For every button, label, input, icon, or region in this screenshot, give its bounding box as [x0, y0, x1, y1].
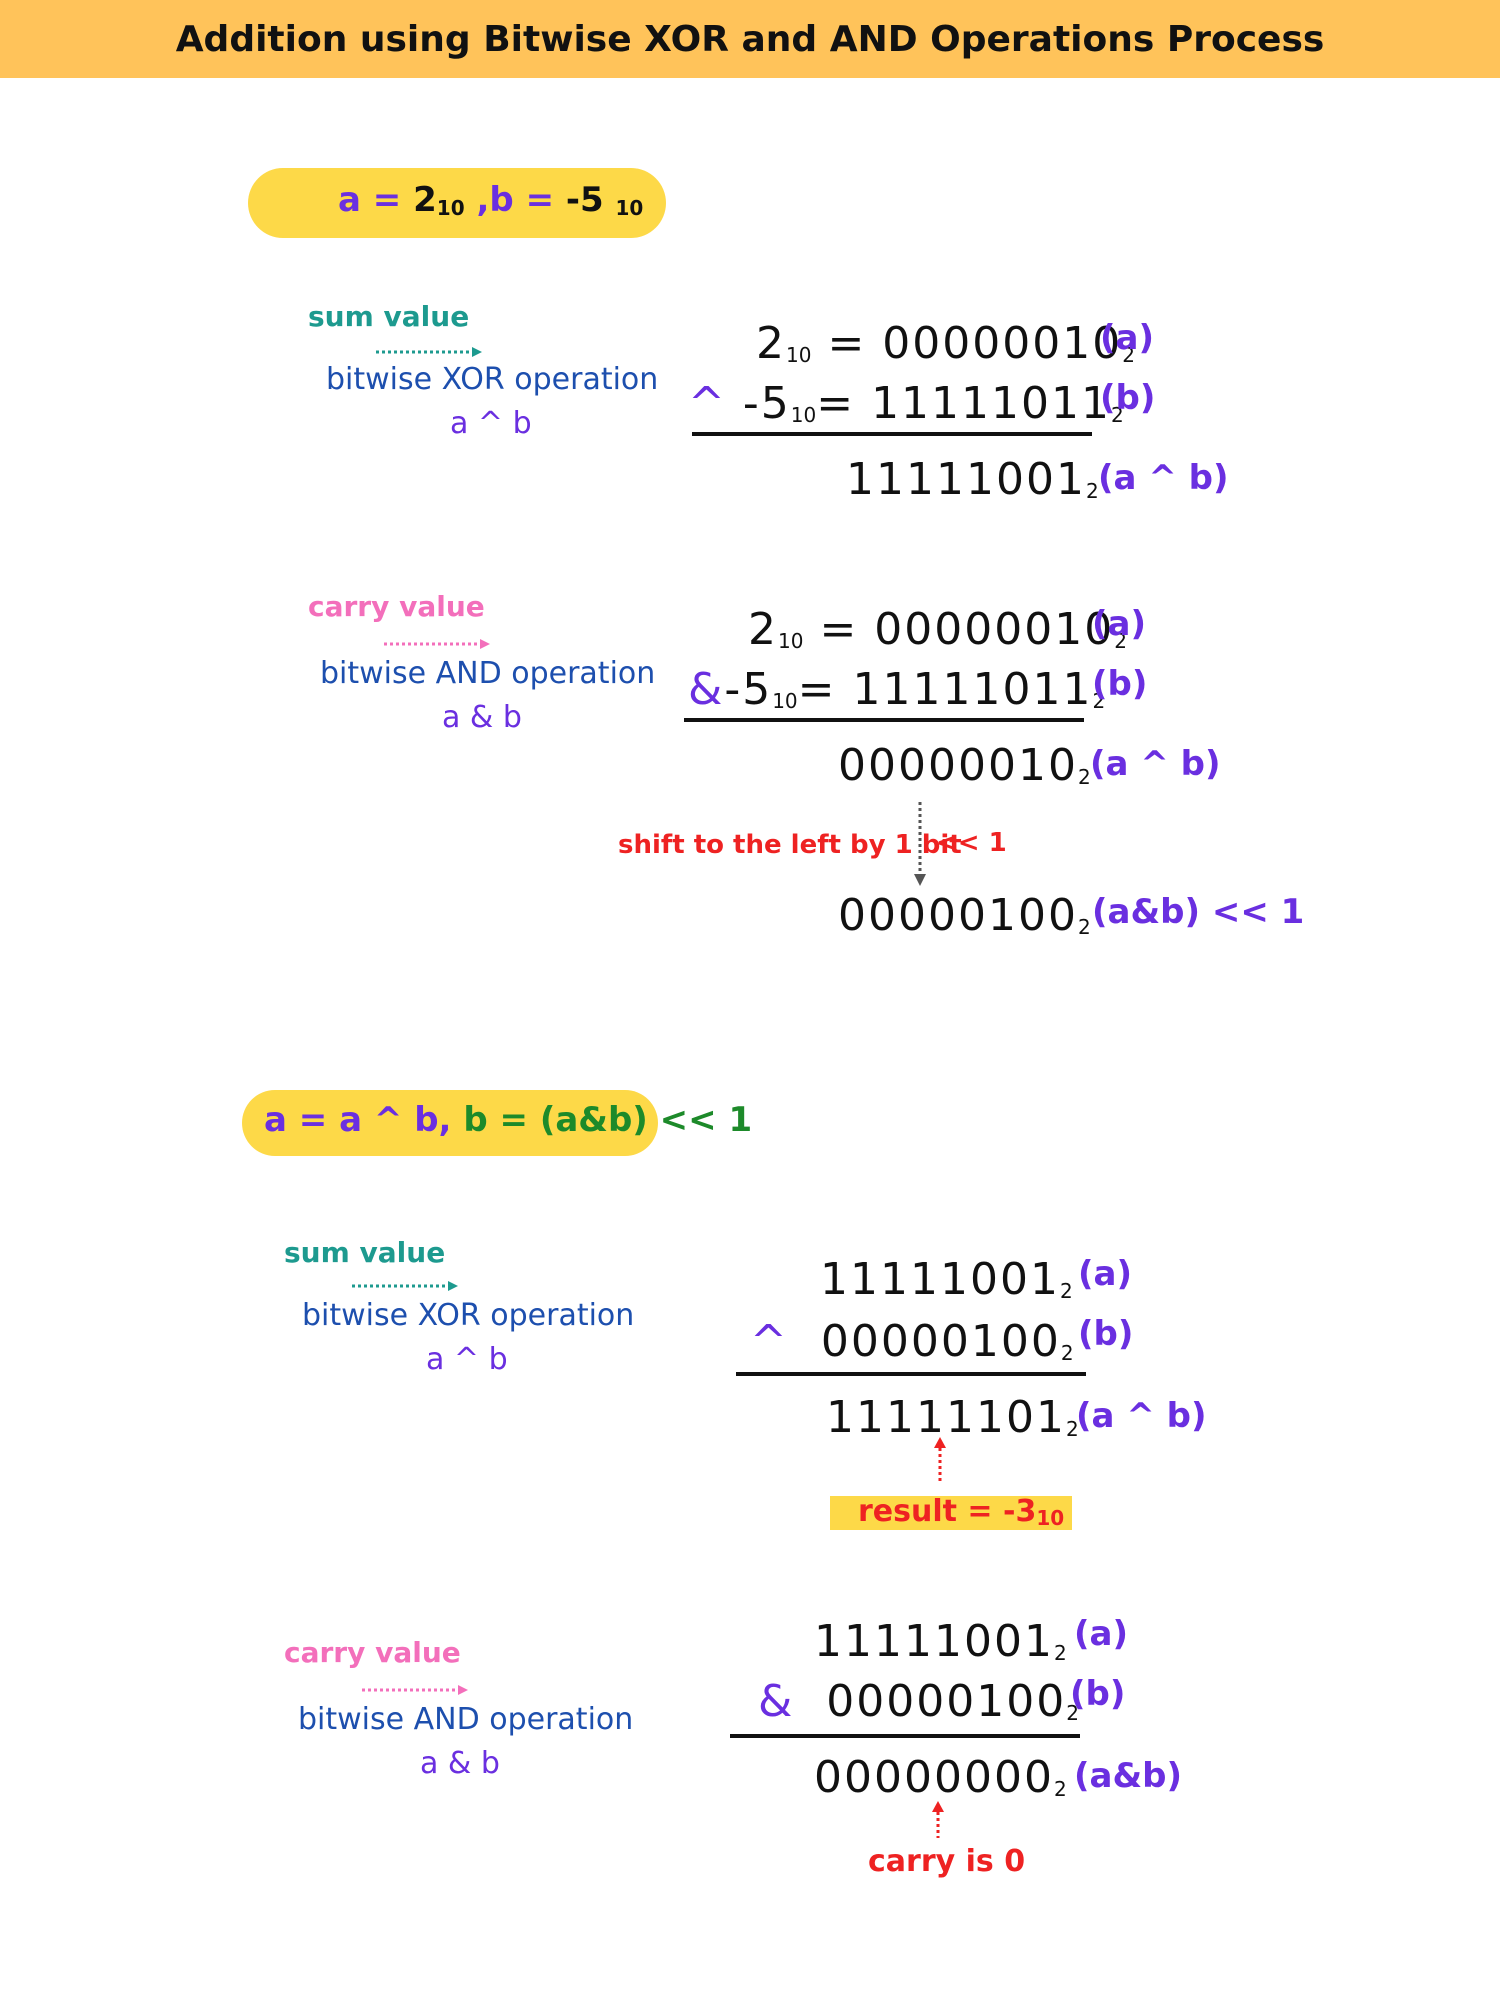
and1-row-a: 210 = 000000102 [748, 604, 1127, 655]
sum-value-label: sum value [308, 300, 470, 333]
page-title: Addition using Bitwise XOR and AND Opera… [175, 19, 1325, 60]
b-value: -5 10 [565, 180, 644, 220]
shifted-carry: 000001002 [838, 890, 1091, 941]
and2-tag-b: (b) [1070, 1674, 1126, 1714]
dotted-arrow [384, 639, 490, 649]
xor2-tag-b: (b) [1078, 1314, 1134, 1354]
xor2-result-tag: (a ^ b) [1076, 1396, 1207, 1436]
xor2-row-a: 111110012 [820, 1254, 1073, 1305]
xor1-result-tag: (a ^ b) [1098, 458, 1229, 498]
dotted-arrow [362, 1685, 468, 1695]
xor2-tag-a: (a) [1078, 1254, 1133, 1294]
and1-result: 000000102 [838, 740, 1091, 791]
result-arrow [934, 1437, 946, 1484]
dotted-arrow [376, 347, 482, 357]
xor1-tag-a: (a) [1100, 318, 1155, 358]
xor1-tag-b: (b) [1100, 378, 1156, 418]
shifted-carry-tag: (a&b) << 1 [1092, 892, 1305, 932]
and2-result: 000000002 [814, 1752, 1067, 1803]
and1-tag-a: (a) [1092, 604, 1147, 644]
shift-note: shift to the left by 1 bit [618, 830, 962, 860]
and-operation-expr: a & b [442, 700, 522, 735]
xor2-result: 111111012 [826, 1392, 1079, 1443]
carry-note: carry is 0 [868, 1844, 1026, 1879]
and1-divider [684, 718, 1084, 722]
dotted-arrow [352, 1281, 458, 1291]
xor2-divider [736, 1372, 1086, 1376]
a-value: 210 [413, 180, 465, 220]
and2-divider [730, 1734, 1080, 1738]
and2-result-tag: (a&b) [1074, 1756, 1183, 1796]
and2-row-a: 111110012 [814, 1616, 1067, 1667]
xor-operation-name: bitwise XOR operation [326, 362, 659, 397]
xor-operation-expr: a ^ b [450, 406, 532, 441]
and2-row-b: & 000001002 [758, 1676, 1079, 1727]
carry-value-label: carry value [308, 590, 485, 623]
and-operation-name: bitwise AND operation [320, 656, 656, 691]
a-label: a = [338, 180, 414, 220]
separator: , [464, 180, 490, 220]
xor1-divider [692, 432, 1092, 436]
carry-value-label: carry value [284, 1636, 461, 1669]
and1-result-tag: (a ^ b) [1090, 744, 1221, 784]
xor1-row-a: 210 = 000000102 [756, 318, 1135, 369]
shift-operator: << 1 [936, 828, 1007, 858]
initial-values: a = 210 ,b = -5 10 [338, 180, 643, 220]
and1-tag-b: (b) [1092, 664, 1148, 704]
carry-arrow [932, 1801, 944, 1838]
and-operation-name: bitwise AND operation [298, 1702, 634, 1737]
xor-operation-expr: a ^ b [426, 1342, 508, 1377]
xor2-row-b: ^ 000001002 [750, 1316, 1074, 1367]
and-operation-expr: a & b [420, 1746, 500, 1781]
xor-operation-name: bitwise XOR operation [302, 1298, 635, 1333]
and1-row-b: &-510= 111110112 [688, 664, 1106, 715]
xor1-row-b: ^ -510= 111110112 [688, 378, 1124, 429]
b-label: b = [489, 180, 566, 220]
assignment: a = a ^ b, b = (a&b) << 1 [264, 1100, 753, 1140]
result-note: result = -310 [858, 1494, 1065, 1530]
xor1-result: 111110012 [846, 454, 1099, 505]
sum-value-label: sum value [284, 1236, 446, 1269]
and2-tag-a: (a) [1074, 1614, 1129, 1654]
